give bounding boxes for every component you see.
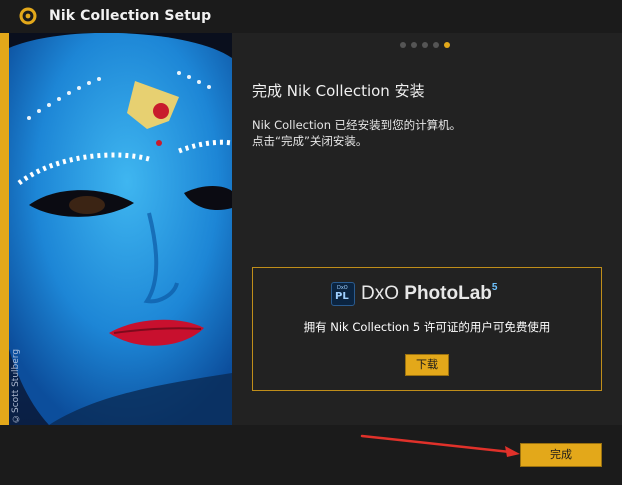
page-title: 完成 Nik Collection 安装 <box>252 82 425 100</box>
photolab-brand-name: DxO PhotoLab5 <box>361 281 498 305</box>
brand-version: 5 <box>491 281 498 293</box>
brand-dxo: DxO <box>361 283 405 304</box>
download-button[interactable]: 下载 <box>405 354 449 376</box>
step-dot-1 <box>400 42 406 48</box>
content-panel: 完成 Nik Collection 安装 Nik Collection 已经安装… <box>232 33 622 425</box>
photolab-logo-pl: PL <box>335 291 349 302</box>
finish-button[interactable]: 完成 <box>520 443 602 467</box>
setup-window: Nik Collection Setup ©Scott Stulberg 完成 … <box>0 0 622 485</box>
annotation-arrow-icon <box>360 434 520 457</box>
promo-text: 拥有 Nik Collection 5 许可证的用户可免费使用 <box>303 320 551 334</box>
brand-photolab: PhotoLab <box>404 283 492 304</box>
portrait-illustration <box>9 33 232 425</box>
photolab-promo-box: DxO PL DxO PhotoLab5 拥有 Nik Collection 5… <box>252 267 602 391</box>
step-dot-5 <box>444 42 450 48</box>
description: Nik Collection 已经安装到您的计算机。 点击“完成”关闭安装。 <box>252 117 461 149</box>
footer-bar: 完成 <box>0 425 622 485</box>
hero-image: ©Scott Stulberg <box>9 33 232 425</box>
nik-aperture-icon <box>19 7 37 25</box>
photolab-logo-icon: DxO PL <box>331 282 355 306</box>
step-dot-2 <box>411 42 417 48</box>
description-line-1: Nik Collection 已经安装到您的计算机。 <box>252 118 462 132</box>
window-title: Nik Collection Setup <box>49 8 212 24</box>
step-dot-3 <box>422 42 428 48</box>
photo-credit: ©Scott Stulberg <box>11 348 21 423</box>
step-dot-4 <box>433 42 439 48</box>
step-indicator <box>400 42 450 50</box>
accent-strip <box>0 33 9 425</box>
description-line-2: 点击“完成”关闭安装。 <box>252 134 368 148</box>
title-bar[interactable]: Nik Collection Setup <box>0 0 622 33</box>
